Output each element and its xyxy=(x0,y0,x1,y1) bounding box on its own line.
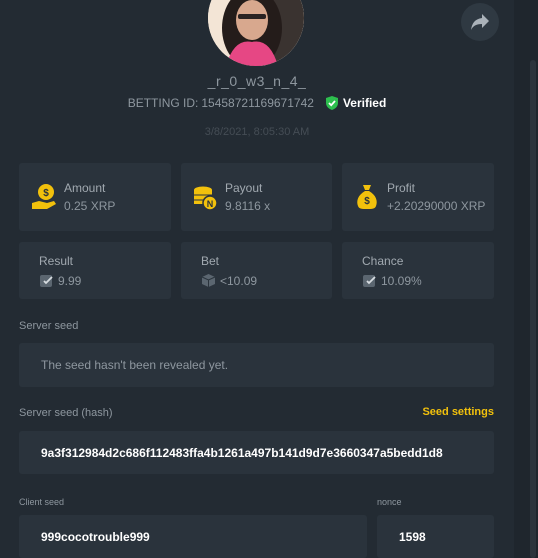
cube-icon xyxy=(201,273,216,293)
amount-label: Amount xyxy=(64,181,106,195)
betting-id-label: BETTING ID: xyxy=(127,96,199,110)
betting-id-row: BETTING ID: 15458721169671742 Verified xyxy=(0,95,514,111)
bet-card: Bet <10.09 xyxy=(181,242,332,299)
profit-value: +2.20290000 XRP xyxy=(387,199,486,213)
chance-card: Chance 10.09% xyxy=(342,242,494,299)
verified-badge: Verified xyxy=(324,95,386,111)
payout-label: Payout xyxy=(225,181,263,195)
bet-label: Bet xyxy=(201,254,220,268)
server-seed-hash-field[interactable]: 9a3f312984d2c686f112483ffa4b1261a497b141… xyxy=(19,431,494,474)
dice-icon xyxy=(39,273,54,293)
svg-text:N: N xyxy=(207,199,214,209)
server-seed-value: The seed hasn't been revealed yet. xyxy=(41,358,229,372)
profit-card: $ Profit +2.20290000 XRP xyxy=(342,163,494,231)
nonce-field[interactable]: 1598 xyxy=(377,515,494,558)
bet-value: <10.09 xyxy=(220,274,258,288)
payout-value: 9.8116 x xyxy=(225,199,271,213)
client-seed-field[interactable]: 999cocotrouble999 xyxy=(19,515,367,558)
result-card: Result 9.99 xyxy=(19,242,171,299)
money-hand-icon: $ xyxy=(31,183,57,216)
share-button[interactable] xyxy=(461,3,499,41)
chance-value: 10.09% xyxy=(381,274,422,288)
share-icon xyxy=(471,14,489,30)
bet-datetime: 3/8/2021, 8:05:30 AM xyxy=(204,126,310,138)
coins-stack-icon: N xyxy=(193,185,219,216)
profit-label: Profit xyxy=(387,181,416,195)
dice-icon xyxy=(362,273,377,293)
username: _r_0_w3_n_4_ xyxy=(207,73,307,89)
server-seed-hash-label: Server seed (hash) xyxy=(19,407,113,419)
result-label: Result xyxy=(39,254,74,268)
verified-shield-icon xyxy=(325,96,338,110)
amount-card: $ Amount 0.25 XRP xyxy=(19,163,171,231)
server-seed-hash-value: 9a3f312984d2c686f112483ffa4b1261a497b141… xyxy=(41,445,443,460)
chance-label: Chance xyxy=(362,254,404,268)
betting-id-value: 15458721169671742 xyxy=(201,96,314,110)
server-seed-field: The seed hasn't been revealed yet. xyxy=(19,343,494,387)
nonce-label: nonce xyxy=(377,497,402,507)
money-bag-icon: $ xyxy=(356,184,378,215)
verified-label: Verified xyxy=(342,96,387,110)
svg-text:$: $ xyxy=(364,196,370,207)
server-seed-label: Server seed xyxy=(19,320,79,332)
svg-text:$: $ xyxy=(43,188,49,199)
nonce-value: 1598 xyxy=(399,529,426,544)
seed-settings-link[interactable]: Seed settings xyxy=(422,406,494,418)
result-value: 9.99 xyxy=(58,274,82,288)
client-seed-value: 999cocotrouble999 xyxy=(41,529,150,544)
client-seed-label: Client seed xyxy=(19,497,65,507)
amount-value: 0.25 XRP xyxy=(64,199,116,213)
scrollbar[interactable] xyxy=(530,60,536,558)
payout-card: N Payout 9.8116 x xyxy=(181,163,332,231)
